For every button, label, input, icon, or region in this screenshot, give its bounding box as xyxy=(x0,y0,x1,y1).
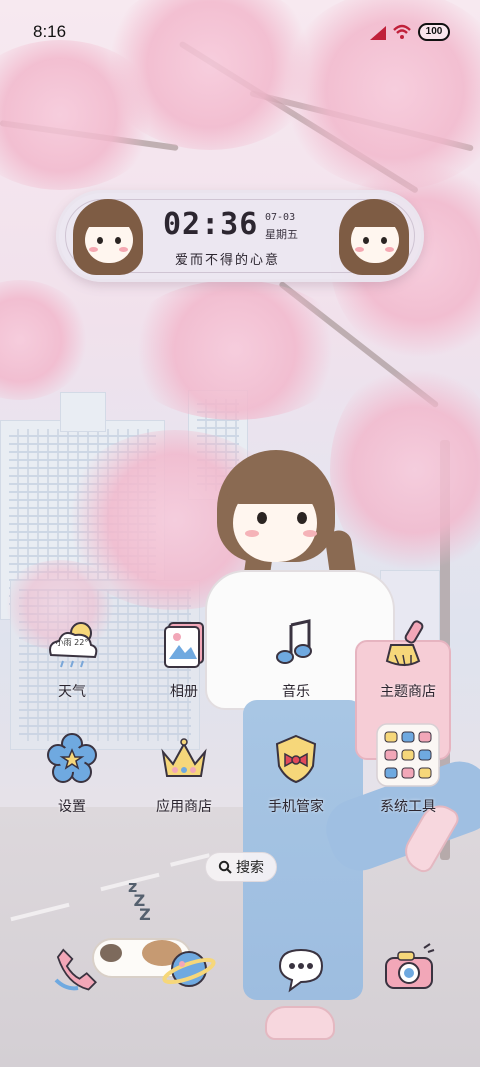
signal-icon xyxy=(370,26,386,40)
weather-cloud-icon: 小雨 22° xyxy=(43,615,101,673)
widget-motto: 爱而不得的心意 xyxy=(175,253,281,268)
clock-widget[interactable]: 02:36 07-03 星期五 爱而不得的心意 xyxy=(56,190,424,282)
widget-date: 07-03 xyxy=(265,212,296,223)
chat-bubble-icon xyxy=(278,948,324,993)
wifi-icon xyxy=(393,24,411,39)
app-label: 应用商店 xyxy=(156,799,212,815)
app-music[interactable]: 音乐 xyxy=(248,615,344,701)
app-label: 主题商店 xyxy=(380,684,436,700)
app-settings[interactable]: 设置 xyxy=(24,730,120,816)
app-label: 天气 xyxy=(58,684,86,700)
widget-time: 02:36 xyxy=(163,207,259,242)
app-label: 手机管家 xyxy=(268,799,324,815)
shield-bow-icon xyxy=(267,730,325,788)
camera-icon xyxy=(385,943,435,989)
app-phone-manager[interactable]: 手机管家 xyxy=(248,730,344,816)
app-gallery[interactable]: 相册 xyxy=(136,615,232,701)
app-themes[interactable]: 主题商店 xyxy=(360,615,456,701)
app-system-tools[interactable]: 系统工具 xyxy=(360,722,456,816)
dock-messages[interactable] xyxy=(272,940,330,998)
search-label: 搜索 xyxy=(236,860,264,876)
flower-gear-icon xyxy=(43,730,101,788)
folder-grid-icon xyxy=(375,722,441,788)
battery-indicator: 100 xyxy=(418,23,450,41)
blossom-cluster xyxy=(120,280,350,420)
music-note-icon xyxy=(267,615,325,673)
paint-brush-icon xyxy=(379,615,437,673)
status-bar: 8:16 100 xyxy=(0,0,480,60)
dock-phone[interactable] xyxy=(48,940,106,998)
dock-browser[interactable] xyxy=(160,940,218,998)
widget-girl-right xyxy=(335,195,413,277)
dock-camera[interactable] xyxy=(380,940,438,998)
app-weather[interactable]: 小雨 22° 天气 xyxy=(24,615,120,701)
wallpaper-building xyxy=(60,392,106,432)
app-label: 音乐 xyxy=(282,684,310,700)
sleep-zzz: z Z Z xyxy=(128,877,151,924)
weather-badge: 小雨 22° xyxy=(55,638,89,647)
crown-icon xyxy=(155,730,213,788)
planet-icon xyxy=(162,951,216,987)
search-icon xyxy=(218,860,232,874)
app-label: 系统工具 xyxy=(380,799,436,815)
app-label: 设置 xyxy=(58,799,86,815)
status-time: 8:16 xyxy=(33,22,67,41)
phone-icon xyxy=(54,948,97,991)
wallpaper: z Z Z xyxy=(0,0,480,1067)
app-appstore[interactable]: 应用商店 xyxy=(136,730,232,816)
search-button[interactable]: 搜索 xyxy=(205,852,277,882)
widget-weekday: 星期五 xyxy=(265,228,298,241)
app-label: 相册 xyxy=(170,684,198,700)
photo-album-icon xyxy=(155,615,213,673)
widget-girl-left xyxy=(69,195,147,277)
